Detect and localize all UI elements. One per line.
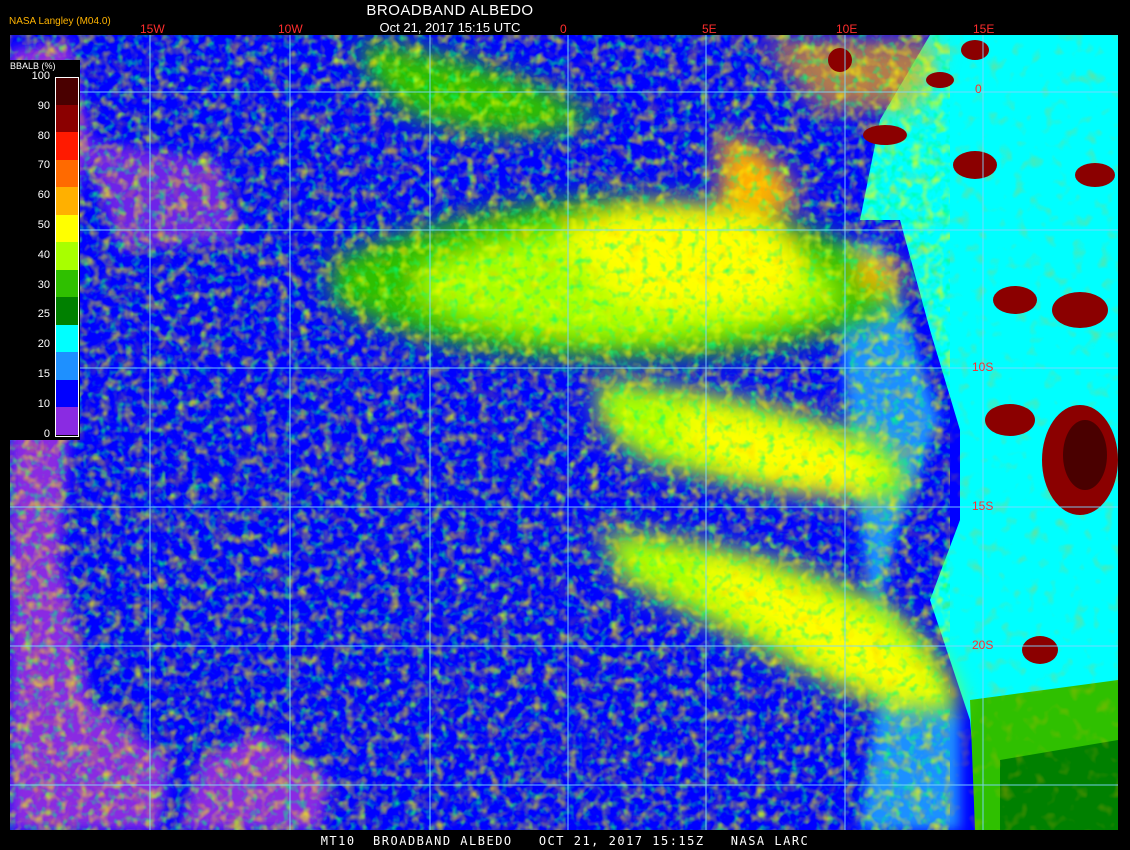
- legend-tick-label: 100: [31, 70, 50, 82]
- lon-label-10e: 10E: [836, 22, 858, 36]
- lat-label-0: 0: [975, 82, 982, 96]
- footer-caption: MT10 BROADBAND ALBEDO OCT 21, 2017 15:15…: [320, 834, 810, 848]
- lon-label-15w: 15W: [140, 22, 165, 36]
- legend-tick-label: 10: [37, 397, 50, 410]
- provider-label: NASA Langley (M04.0): [9, 16, 111, 27]
- albedo-legend: BBALB (%) 100 90 80 70 60 50 40 30 25 20 15 10 0: [8, 60, 80, 440]
- map-title: BROADBAND ALBEDO: [366, 2, 534, 19]
- legend-tick-label: 60: [37, 189, 50, 202]
- legend-tick-label: 15: [37, 367, 50, 380]
- legend-tick-label: 0: [43, 427, 50, 440]
- cloud-texture-orange: [10, 35, 1118, 830]
- lat-label-15s: 15S: [972, 499, 994, 513]
- lon-label-5e: 5E: [702, 22, 717, 36]
- legend-tick-label: 25: [37, 308, 50, 321]
- legend-tick-label: 40: [37, 248, 50, 261]
- legend-tick-label: 50: [37, 218, 50, 231]
- legend-tick-label: 70: [37, 159, 50, 172]
- map-datetime: Oct 21, 2017 15:15 UTC: [379, 20, 521, 35]
- legend-tick-label: 30: [37, 278, 50, 291]
- lon-label-15e: 15E: [973, 22, 995, 36]
- legend-tick-label: 20: [37, 338, 50, 351]
- lon-label-0: 0: [560, 22, 567, 36]
- legend-tick-label: 90: [37, 99, 50, 112]
- lat-label-20s: 20S: [972, 638, 994, 652]
- legend-tick-label: 80: [37, 129, 50, 142]
- lat-label-10s: 10S: [972, 360, 994, 374]
- legend-frame: [55, 77, 79, 437]
- albedo-map: [0, 0, 1130, 850]
- lon-label-10w: 10W: [278, 22, 303, 36]
